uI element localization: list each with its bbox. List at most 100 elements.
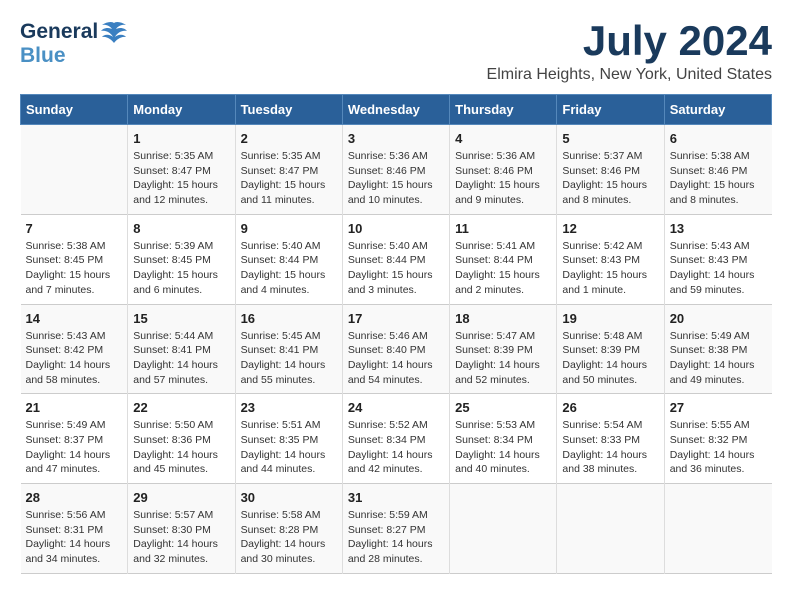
day-number: 25 (455, 400, 551, 415)
day-number: 27 (670, 400, 767, 415)
day-number: 30 (241, 490, 337, 505)
cell-details: Sunrise: 5:53 AMSunset: 8:34 PMDaylight:… (455, 418, 551, 477)
column-header-sunday: Sunday (21, 95, 128, 125)
calendar-cell: 6 Sunrise: 5:38 AMSunset: 8:46 PMDaylight… (664, 125, 771, 215)
calendar-cell: 7 Sunrise: 5:38 AMSunset: 8:45 PMDaylight… (21, 214, 128, 304)
calendar-cell: 27 Sunrise: 5:55 AMSunset: 8:32 PMDayligh… (664, 394, 771, 484)
day-number: 11 (455, 221, 551, 236)
day-number: 10 (348, 221, 444, 236)
column-header-monday: Monday (128, 95, 235, 125)
day-number: 23 (241, 400, 337, 415)
cell-details: Sunrise: 5:38 AMSunset: 8:45 PMDaylight:… (26, 239, 123, 298)
calendar-cell: 31 Sunrise: 5:59 AMSunset: 8:27 PMDayligh… (342, 484, 449, 574)
calendar-week-row: 1 Sunrise: 5:35 AMSunset: 8:47 PMDaylight… (21, 125, 772, 215)
calendar-week-row: 21Sunrise: 5:49 AMSunset: 8:37 PMDayligh… (21, 394, 772, 484)
calendar-cell: 15Sunrise: 5:44 AMSunset: 8:41 PMDayligh… (128, 304, 235, 394)
calendar-cell: 23 Sunrise: 5:51 AMSunset: 8:35 PMDayligh… (235, 394, 342, 484)
cell-details: Sunrise: 5:38 AMSunset: 8:46 PMDaylight:… (670, 149, 767, 208)
cell-details: Sunrise: 5:45 AMSunset: 8:41 PMDaylight:… (241, 329, 337, 388)
logo-bird-icon (100, 21, 128, 43)
day-number: 2 (241, 131, 337, 146)
calendar-cell: 3 Sunrise: 5:36 AMSunset: 8:46 PMDaylight… (342, 125, 449, 215)
cell-details: Sunrise: 5:36 AMSunset: 8:46 PMDaylight:… (348, 149, 444, 208)
day-number: 24 (348, 400, 444, 415)
calendar-week-row: 28 Sunrise: 5:56 AMSunset: 8:31 PMDayligh… (21, 484, 772, 574)
day-number: 28 (26, 490, 123, 505)
calendar-cell: 30Sunrise: 5:58 AMSunset: 8:28 PMDayligh… (235, 484, 342, 574)
cell-details: Sunrise: 5:59 AMSunset: 8:27 PMDaylight:… (348, 508, 444, 567)
day-number: 8 (133, 221, 229, 236)
cell-details: Sunrise: 5:52 AMSunset: 8:34 PMDaylight:… (348, 418, 444, 477)
cell-details: Sunrise: 5:48 AMSunset: 8:39 PMDaylight:… (562, 329, 658, 388)
calendar-cell (664, 484, 771, 574)
cell-details: Sunrise: 5:43 AMSunset: 8:42 PMDaylight:… (26, 329, 123, 388)
cell-details: Sunrise: 5:47 AMSunset: 8:39 PMDaylight:… (455, 329, 551, 388)
day-number: 4 (455, 131, 551, 146)
cell-details: Sunrise: 5:55 AMSunset: 8:32 PMDaylight:… (670, 418, 767, 477)
calendar-cell: 11 Sunrise: 5:41 AMSunset: 8:44 PMDayligh… (450, 214, 557, 304)
calendar-cell: 17 Sunrise: 5:46 AMSunset: 8:40 PMDayligh… (342, 304, 449, 394)
cell-details: Sunrise: 5:39 AMSunset: 8:45 PMDaylight:… (133, 239, 229, 298)
cell-details: Sunrise: 5:40 AMSunset: 8:44 PMDaylight:… (241, 239, 337, 298)
calendar-cell: 10 Sunrise: 5:40 AMSunset: 8:44 PMDayligh… (342, 214, 449, 304)
day-number: 6 (670, 131, 767, 146)
calendar-header-row: SundayMondayTuesdayWednesdayThursdayFrid… (21, 95, 772, 125)
day-number: 9 (241, 221, 337, 236)
day-number: 18 (455, 311, 551, 326)
cell-details: Sunrise: 5:41 AMSunset: 8:44 PMDaylight:… (455, 239, 551, 298)
column-header-tuesday: Tuesday (235, 95, 342, 125)
column-header-wednesday: Wednesday (342, 95, 449, 125)
calendar-cell (21, 125, 128, 215)
day-number: 14 (26, 311, 123, 326)
calendar-cell (450, 484, 557, 574)
calendar-cell: 20Sunrise: 5:49 AMSunset: 8:38 PMDayligh… (664, 304, 771, 394)
calendar-cell: 24 Sunrise: 5:52 AMSunset: 8:34 PMDayligh… (342, 394, 449, 484)
cell-details: Sunrise: 5:50 AMSunset: 8:36 PMDaylight:… (133, 418, 229, 477)
calendar-cell: 2Sunrise: 5:35 AMSunset: 8:47 PMDaylight… (235, 125, 342, 215)
day-number: 21 (26, 400, 123, 415)
calendar-week-row: 7 Sunrise: 5:38 AMSunset: 8:45 PMDaylight… (21, 214, 772, 304)
cell-details: Sunrise: 5:44 AMSunset: 8:41 PMDaylight:… (133, 329, 229, 388)
calendar-cell: 26 Sunrise: 5:54 AMSunset: 8:33 PMDayligh… (557, 394, 664, 484)
calendar-cell: 14 Sunrise: 5:43 AMSunset: 8:42 PMDayligh… (21, 304, 128, 394)
calendar-cell: 28 Sunrise: 5:56 AMSunset: 8:31 PMDayligh… (21, 484, 128, 574)
cell-details: Sunrise: 5:49 AMSunset: 8:38 PMDaylight:… (670, 329, 767, 388)
day-number: 31 (348, 490, 444, 505)
cell-details: Sunrise: 5:57 AMSunset: 8:30 PMDaylight:… (133, 508, 229, 567)
logo: General Blue (20, 20, 128, 68)
day-number: 19 (562, 311, 658, 326)
day-number: 26 (562, 400, 658, 415)
cell-details: Sunrise: 5:46 AMSunset: 8:40 PMDaylight:… (348, 329, 444, 388)
cell-details: Sunrise: 5:40 AMSunset: 8:44 PMDaylight:… (348, 239, 444, 298)
column-header-friday: Friday (557, 95, 664, 125)
calendar-cell: 22 Sunrise: 5:50 AMSunset: 8:36 PMDayligh… (128, 394, 235, 484)
calendar-cell (557, 484, 664, 574)
cell-details: Sunrise: 5:43 AMSunset: 8:43 PMDaylight:… (670, 239, 767, 298)
calendar-cell: 25 Sunrise: 5:53 AMSunset: 8:34 PMDayligh… (450, 394, 557, 484)
day-number: 3 (348, 131, 444, 146)
day-number: 22 (133, 400, 229, 415)
title-area: July 2024 Elmira Heights, New York, Unit… (487, 20, 772, 84)
cell-details: Sunrise: 5:42 AMSunset: 8:43 PMDaylight:… (562, 239, 658, 298)
header: General Blue July 2024 Elmira Heights, N… (20, 20, 772, 84)
month-title: July 2024 (487, 20, 772, 62)
column-header-thursday: Thursday (450, 95, 557, 125)
calendar-cell: 21Sunrise: 5:49 AMSunset: 8:37 PMDayligh… (21, 394, 128, 484)
cell-details: Sunrise: 5:51 AMSunset: 8:35 PMDaylight:… (241, 418, 337, 477)
location-text: Elmira Heights, New York, United States (487, 66, 772, 84)
day-number: 16 (241, 311, 337, 326)
cell-details: Sunrise: 5:54 AMSunset: 8:33 PMDaylight:… (562, 418, 658, 477)
logo-general-text: General (20, 20, 98, 44)
day-number: 5 (562, 131, 658, 146)
calendar-cell: 8 Sunrise: 5:39 AMSunset: 8:45 PMDaylight… (128, 214, 235, 304)
day-number: 12 (562, 221, 658, 236)
calendar-cell: 1 Sunrise: 5:35 AMSunset: 8:47 PMDaylight… (128, 125, 235, 215)
cell-details: Sunrise: 5:35 AMSunset: 8:47 PMDaylight:… (133, 149, 229, 208)
logo-blue-text: Blue (20, 44, 66, 68)
day-number: 7 (26, 221, 123, 236)
day-number: 17 (348, 311, 444, 326)
calendar-cell: 9 Sunrise: 5:40 AMSunset: 8:44 PMDaylight… (235, 214, 342, 304)
cell-details: Sunrise: 5:56 AMSunset: 8:31 PMDaylight:… (26, 508, 123, 567)
calendar-cell: 18 Sunrise: 5:47 AMSunset: 8:39 PMDayligh… (450, 304, 557, 394)
day-number: 1 (133, 131, 229, 146)
